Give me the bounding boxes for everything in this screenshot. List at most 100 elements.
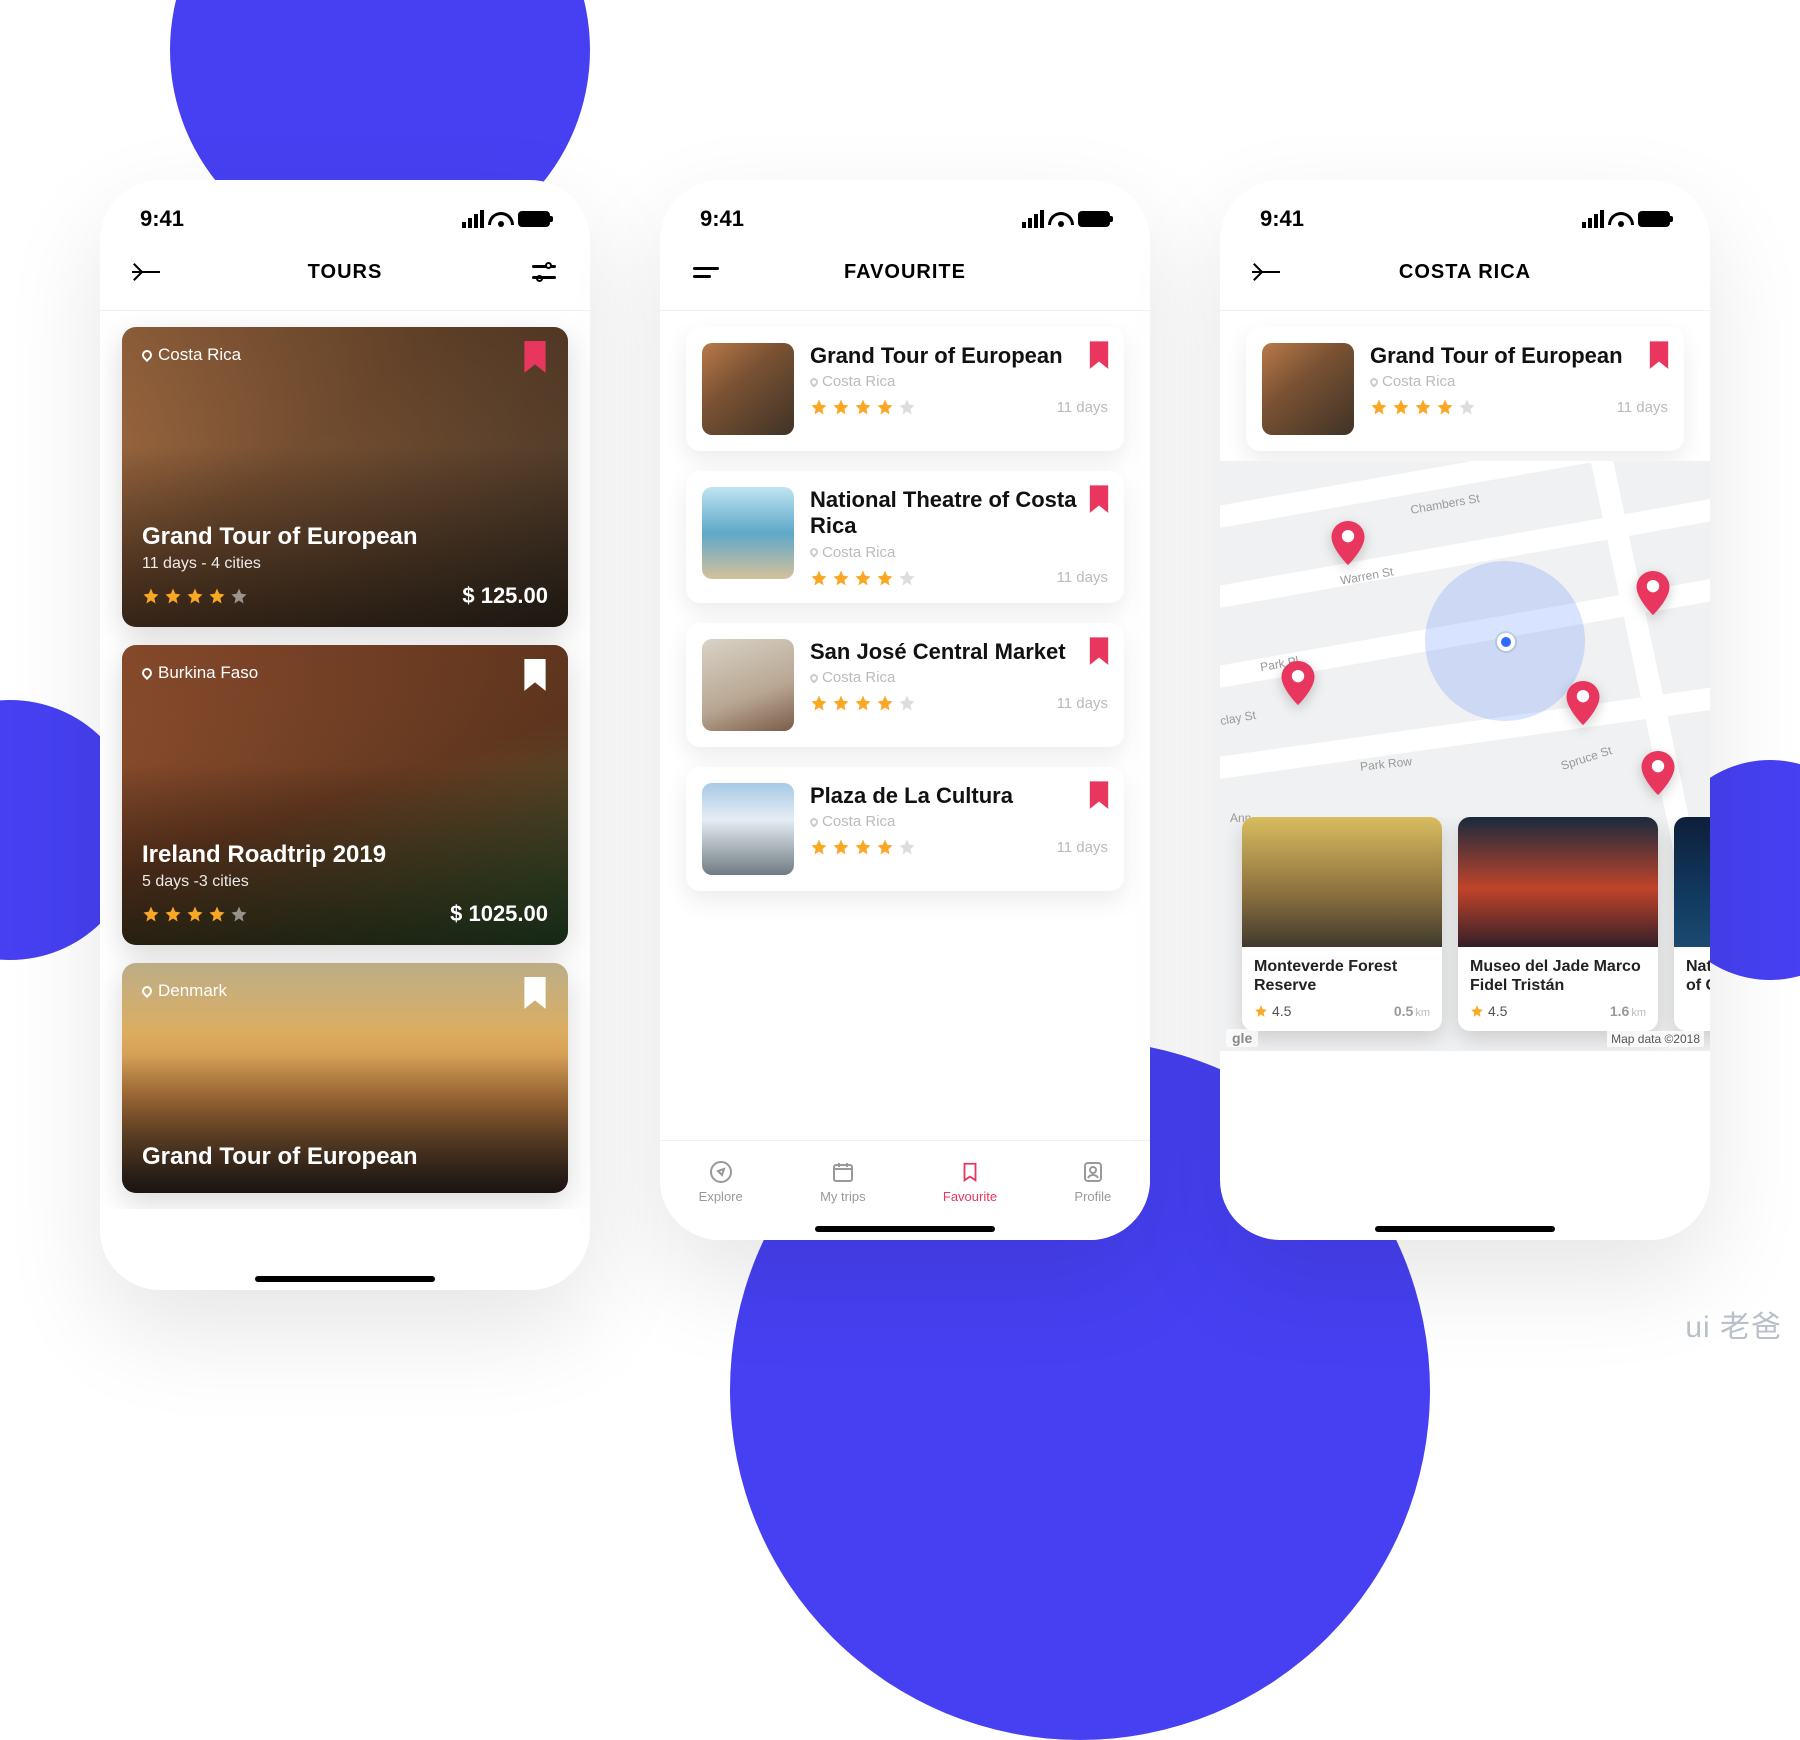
place-rating: 4.5: [1470, 1003, 1507, 1019]
tours-list[interactable]: Costa Rica Grand Tour of European 11 day…: [100, 311, 590, 1209]
profile-icon: [1080, 1159, 1106, 1185]
map-pin[interactable]: [1565, 681, 1601, 725]
status-bar: 9:41: [1220, 180, 1710, 242]
pin-icon: [808, 816, 819, 827]
rating-stars: [1370, 398, 1476, 416]
page-title: COSTA RICA: [1399, 261, 1531, 284]
bookmark-button[interactable]: [1088, 341, 1110, 371]
topbar: TOURS: [100, 242, 590, 311]
pin-icon: [140, 666, 154, 680]
tour-location: Burkina Faso: [142, 663, 258, 683]
bookmark-icon: [522, 659, 548, 693]
fav-title: Grand Tour of European: [810, 343, 1108, 369]
rating-stars: [810, 694, 916, 712]
bookmark-icon: [1648, 341, 1670, 371]
star-icon: [1414, 398, 1432, 416]
pin-icon: [808, 672, 819, 683]
signal-icon: [462, 210, 484, 228]
bookmark-button[interactable]: [522, 659, 548, 693]
place-rating: 4.5: [1254, 1003, 1291, 1019]
tour-card[interactable]: Burkina Faso Ireland Roadtrip 2019 5 day…: [122, 645, 568, 945]
star-icon: [186, 905, 204, 923]
thumbnail: [702, 343, 794, 435]
tab-label: My trips: [820, 1189, 866, 1204]
favourite-card[interactable]: Grand Tour of European Costa Rica 11 day…: [686, 327, 1124, 451]
favourite-list[interactable]: Grand Tour of European Costa Rica 11 day…: [660, 311, 1150, 907]
home-indicator[interactable]: [1375, 1226, 1555, 1232]
favourite-card[interactable]: San José Central Market Costa Rica 11 da…: [686, 623, 1124, 747]
bookmark-icon: [522, 341, 548, 375]
street-label: clay St: [1220, 708, 1257, 728]
status-icons: [1022, 210, 1110, 228]
back-button[interactable]: [128, 254, 164, 290]
home-indicator[interactable]: [815, 1226, 995, 1232]
battery-icon: [518, 211, 550, 227]
pin-icon: [140, 984, 154, 998]
map-pin[interactable]: [1330, 521, 1366, 565]
bookmark-button[interactable]: [522, 977, 548, 1011]
star-icon: [854, 398, 872, 416]
star-icon: [1392, 398, 1410, 416]
filter-button[interactable]: [526, 254, 562, 290]
tour-card[interactable]: Costa Rica Grand Tour of European 11 day…: [122, 327, 568, 627]
places-scroll[interactable]: Monteverde Forest Reserve 4.5 0.5km Muse…: [1220, 817, 1710, 1051]
tab-label: Favourite: [943, 1189, 997, 1204]
star-icon: [854, 694, 872, 712]
map-pin[interactable]: [1640, 751, 1676, 795]
place-card[interactable]: Nati of C: [1674, 817, 1710, 1031]
tab-favourite[interactable]: Favourite: [943, 1159, 997, 1204]
fav-location: Costa Rica: [810, 669, 1108, 686]
star-icon: [810, 569, 828, 587]
wifi-icon: [1050, 211, 1072, 227]
signal-icon: [1582, 210, 1604, 228]
user-location: [1497, 633, 1515, 651]
map[interactable]: Chambers St Warren St Park Pl Park Row S…: [1220, 461, 1710, 1051]
bookmark-button[interactable]: [1088, 781, 1110, 811]
star-icon: [832, 838, 850, 856]
place-distance: 1.6km: [1610, 1003, 1646, 1019]
bookmark-icon: [1088, 637, 1110, 667]
bookmark-button[interactable]: [522, 341, 548, 375]
fav-days: 11 days: [1057, 569, 1108, 586]
tour-subtitle: 5 days -3 cities: [142, 873, 548, 891]
favourite-card[interactable]: National Theatre of Costa Rica Costa Ric…: [686, 471, 1124, 603]
rating-stars: [810, 838, 916, 856]
tab-bar: Explore My trips Favourite Profile: [660, 1140, 1150, 1240]
tab-profile[interactable]: Profile: [1074, 1159, 1111, 1204]
place-card[interactable]: Museo del Jade Marco Fidel Tristán 4.5 1…: [1458, 817, 1658, 1031]
bookmark-button[interactable]: [1088, 485, 1110, 515]
star-icon: [854, 838, 872, 856]
star-icon: [854, 569, 872, 587]
place-card[interactable]: Monteverde Forest Reserve 4.5 0.5km: [1242, 817, 1442, 1031]
status-icons: [462, 210, 550, 228]
star-icon: [898, 398, 916, 416]
fav-location: Costa Rica: [1370, 373, 1668, 390]
status-icons: [1582, 210, 1670, 228]
place-title: Monteverde Forest Reserve: [1254, 957, 1430, 997]
bookmark-button[interactable]: [1648, 341, 1670, 371]
tab-label: Profile: [1074, 1189, 1111, 1204]
battery-icon: [1078, 211, 1110, 227]
favourite-card[interactable]: Plaza de La Cultura Costa Rica 11 days: [686, 767, 1124, 891]
bookmark-icon: [522, 977, 548, 1011]
map-pin[interactable]: [1635, 571, 1671, 615]
star-icon: [810, 398, 828, 416]
tab-mytrips[interactable]: My trips: [820, 1159, 866, 1204]
featured-card[interactable]: Grand Tour of European Costa Rica 11 day…: [1246, 327, 1684, 451]
back-button[interactable]: [1248, 254, 1284, 290]
bookmark-button[interactable]: [1088, 637, 1110, 667]
calendar-icon: [830, 1159, 856, 1185]
fav-title: San José Central Market: [810, 639, 1108, 665]
tab-explore[interactable]: Explore: [699, 1159, 743, 1204]
place-title: Nati of C: [1686, 957, 1710, 997]
star-icon: [876, 838, 894, 856]
tour-card[interactable]: Denmark Grand Tour of European: [122, 963, 568, 1193]
wifi-icon: [1610, 211, 1632, 227]
menu-button[interactable]: [688, 254, 724, 290]
star-icon: [898, 694, 916, 712]
fav-days: 11 days: [1057, 695, 1108, 712]
page-title: TOURS: [308, 261, 383, 284]
tour-subtitle: 11 days - 4 cities: [142, 555, 548, 573]
map-pin[interactable]: [1280, 661, 1316, 705]
home-indicator[interactable]: [255, 1276, 435, 1282]
